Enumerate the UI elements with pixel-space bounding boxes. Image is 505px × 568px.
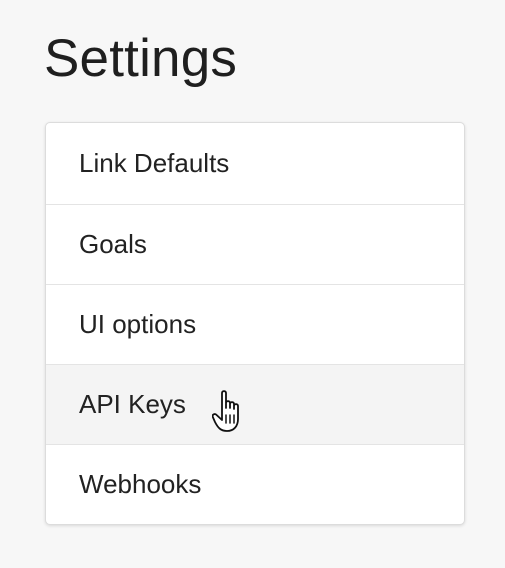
settings-item-label: API Keys [79, 389, 186, 419]
settings-item-link-defaults[interactable]: Link Defaults [46, 123, 464, 204]
settings-item-label: Link Defaults [79, 148, 230, 178]
settings-item-ui-options[interactable]: UI options [46, 284, 464, 364]
settings-item-label: Goals [79, 229, 147, 259]
settings-item-label: UI options [79, 309, 197, 339]
settings-item-label: Webhooks [79, 469, 202, 499]
page-title: Settings [44, 29, 238, 88]
settings-menu: Link Defaults Goals UI options API Keys … [45, 122, 465, 525]
settings-item-webhooks[interactable]: Webhooks [46, 444, 464, 524]
settings-item-goals[interactable]: Goals [46, 204, 464, 284]
hand-pointer-icon [212, 390, 239, 432]
settings-item-api-keys[interactable]: API Keys [46, 364, 464, 444]
